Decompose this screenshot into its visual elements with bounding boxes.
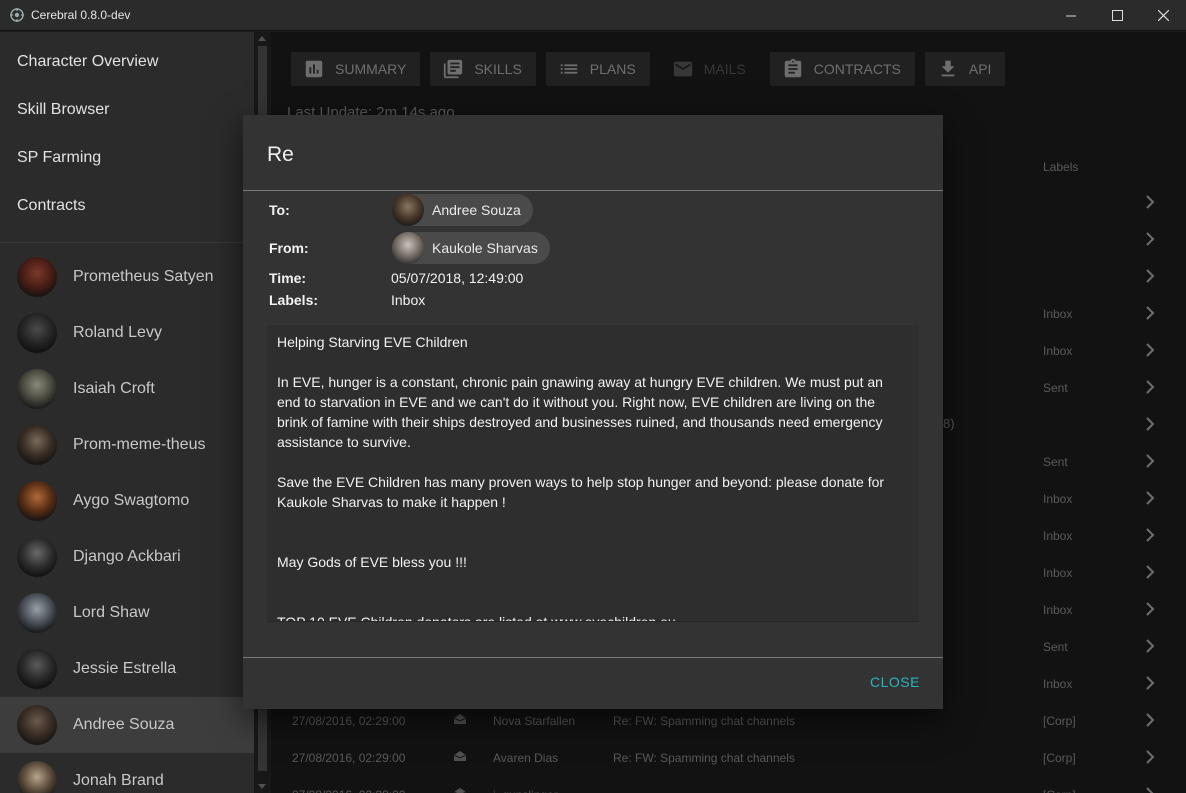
time-label: Time: [269, 270, 307, 286]
from-label: From: [269, 240, 309, 256]
sender-chip[interactable]: Kaukole Sharvas [392, 232, 550, 264]
character-item[interactable]: Django Ackbari [0, 529, 254, 585]
avatar [17, 705, 57, 745]
character-name: Jonah Brand [73, 772, 164, 789]
avatar [17, 313, 57, 353]
avatar [17, 593, 57, 633]
character-item[interactable]: Roland Levy [0, 305, 254, 361]
time-value: 05/07/2018, 12:49:00 [391, 270, 524, 286]
character-name: Jessie Estrella [73, 660, 177, 677]
nav-skill-browser[interactable]: Skill Browser [0, 86, 254, 134]
nav-sp-farming[interactable]: SP Farming [0, 134, 254, 182]
character-name: Django Ackbari [73, 548, 181, 565]
mail-body-line: May Gods of EVE bless you !!! [277, 554, 467, 570]
character-item[interactable]: Isaiah Croft [0, 361, 254, 417]
avatar [392, 232, 424, 264]
mail-dialog: Re To: Andree Souza From: Kaukole Sharva… [243, 115, 943, 709]
to-label: To: [269, 202, 290, 218]
character-name: Prom-meme-theus [73, 436, 206, 453]
dialog-title: Re [267, 143, 294, 166]
character-name: Aygo Swagtomo [73, 492, 190, 509]
character-item[interactable]: Jonah Brand [0, 753, 254, 793]
app-logo-icon [10, 8, 24, 22]
avatar [392, 194, 424, 226]
dialog-divider [243, 190, 943, 191]
close-button[interactable]: CLOSE [870, 674, 920, 690]
avatar [17, 425, 57, 465]
character-item[interactable]: Prom-meme-theus [0, 417, 254, 473]
maximize-button[interactable] [1094, 0, 1140, 31]
labels-value: Inbox [391, 292, 426, 308]
maximize-icon [1111, 10, 1123, 21]
avatar [17, 481, 57, 521]
mail-body[interactable]: Helping Starving EVE Children In EVE, hu… [267, 325, 919, 622]
avatar [17, 257, 57, 297]
avatar [17, 537, 57, 577]
close-window-button[interactable] [1140, 0, 1186, 31]
recipient-name: Andree Souza [432, 202, 521, 218]
mail-body-paragraph: Save the EVE Children has many proven wa… [277, 474, 885, 510]
character-name: Andree Souza [73, 716, 175, 733]
mail-body-line: Helping Starving EVE Children [277, 334, 468, 350]
character-item[interactable]: Prometheus Satyen [0, 249, 254, 305]
character-item[interactable]: Aygo Swagtomo [0, 473, 254, 529]
nav-contracts[interactable]: Contracts [0, 182, 254, 230]
title-bar: Cerebral 0.8.0-dev [0, 0, 1186, 31]
recipient-chip[interactable]: Andree Souza [392, 194, 533, 226]
window-title: Cerebral 0.8.0-dev [31, 8, 131, 22]
mail-body-line: TOP 10 EVE Children donators are listed … [277, 614, 676, 622]
minimize-icon [1065, 15, 1076, 17]
sender-name: Kaukole Sharvas [432, 240, 538, 256]
character-name: Isaiah Croft [73, 380, 155, 397]
character-name: Roland Levy [73, 324, 162, 341]
minimize-button[interactable] [1048, 0, 1094, 31]
close-icon [1157, 10, 1169, 21]
avatar [17, 761, 57, 793]
character-name: Prometheus Satyen [73, 268, 214, 285]
mail-body-paragraph: In EVE, hunger is a constant, chronic pa… [277, 374, 883, 450]
avatar [17, 369, 57, 409]
character-item[interactable]: Jessie Estrella [0, 641, 254, 697]
character-item[interactable]: Lord Shaw [0, 585, 254, 641]
character-name: Lord Shaw [73, 604, 150, 621]
labels-label: Labels: [269, 292, 319, 308]
nav-character-overview[interactable]: Character Overview [0, 38, 254, 86]
avatar [17, 649, 57, 689]
dialog-divider [243, 657, 943, 658]
sidebar: Character Overview Skill Browser SP Farm… [0, 32, 254, 793]
character-item-active[interactable]: Andree Souza [0, 697, 254, 753]
